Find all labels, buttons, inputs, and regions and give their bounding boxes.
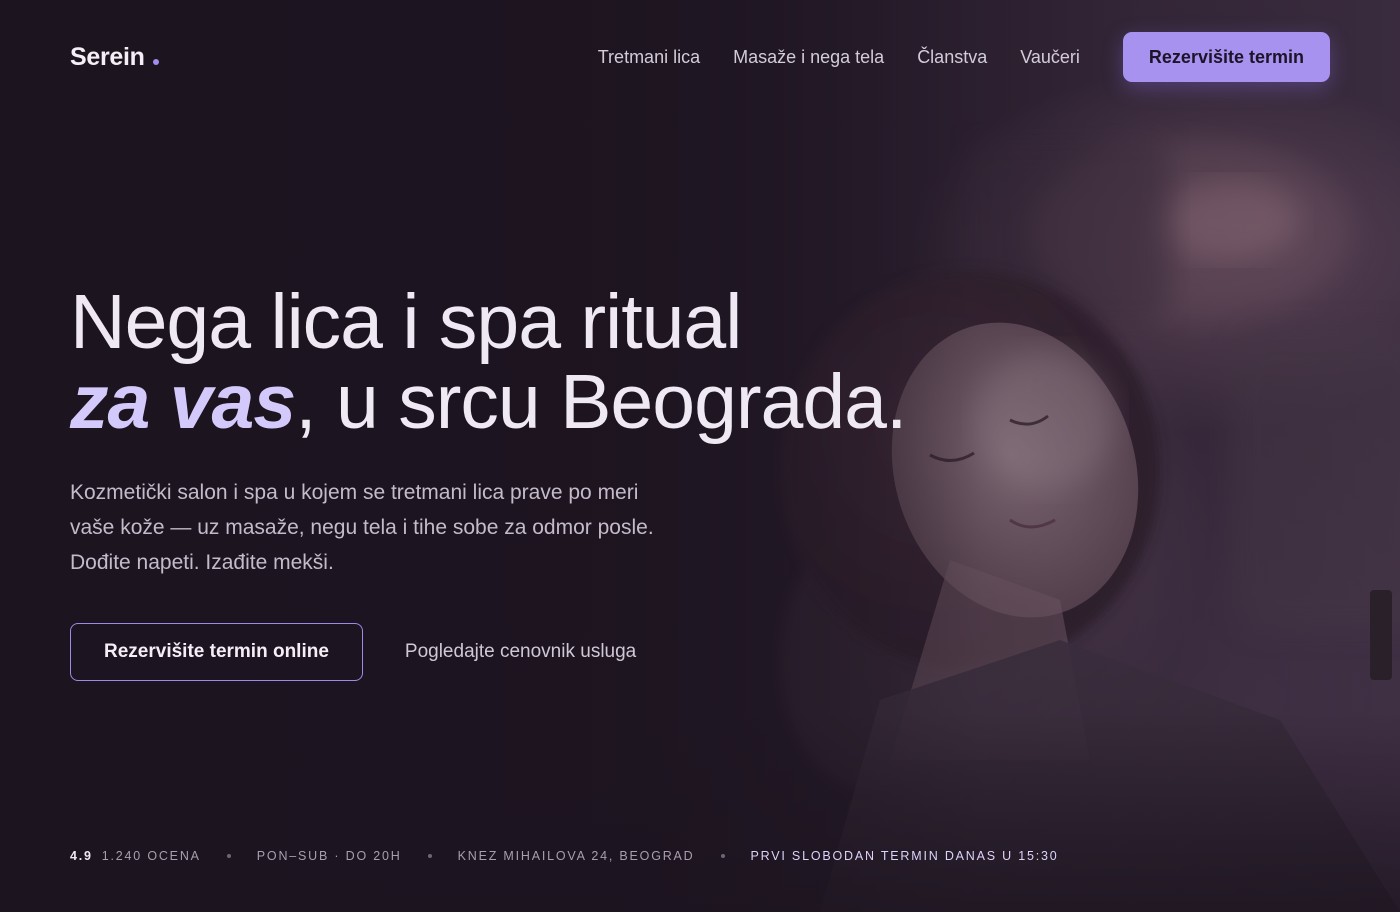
address: Knez Mihailova 24, Beograd — [457, 849, 695, 863]
logo-dot-icon — [152, 58, 159, 65]
hero-cta-group: Rezervišite termin online Pogledajte cen… — [70, 623, 970, 681]
logo-text: Serein — [70, 42, 145, 71]
headline-rest: , u srcu Beograda. — [295, 359, 907, 445]
nav-link-memberships[interactable]: Članstva — [917, 47, 987, 68]
separator-dot-icon — [427, 854, 432, 858]
separator-dot-icon — [720, 854, 725, 858]
bottom-gradient-overlay — [0, 712, 1400, 912]
main-nav: Tretmani lica Masaže i nega tela Članstv… — [565, 32, 1330, 82]
price-list-link[interactable]: Pogledajte cenovnik usluga — [405, 641, 636, 663]
nav-link-vouchers[interactable]: Vaučeri — [1020, 47, 1080, 68]
nav-link-facial-treatments[interactable]: Tretmani lica — [598, 47, 700, 68]
hero-lead-text: Kozmetički salon i spa u kojem se tretma… — [70, 481, 654, 574]
review-count: 1.240 ocena — [101, 849, 201, 863]
next-available-slot[interactable]: Prvi slobodan termin danas u 15:30 — [751, 849, 1059, 863]
site-header: Serein Tretmani lica Masaže i nega tela … — [70, 32, 1330, 82]
hero-headline: Nega lica i spa ritual za vas, u srcu Be… — [70, 282, 970, 442]
opening-hours: Pon–Sub · do 20h — [256, 849, 402, 863]
rating-value: 4.9 — [70, 849, 93, 863]
separator-dot-icon — [226, 854, 231, 858]
info-strip: 4.9 1.240 ocena Pon–Sub · do 20h Knez Mi… — [70, 849, 1059, 863]
hero-section: Nega lica i spa ritual za vas, u srcu Be… — [70, 282, 970, 681]
headline-accent: za vas — [70, 359, 296, 445]
logo[interactable]: Serein — [70, 43, 159, 72]
nav-link-massages[interactable]: Masaže i nega tela — [733, 47, 884, 68]
headline-line-1: Nega lica i spa ritual — [70, 279, 742, 365]
book-online-button[interactable]: Rezervišite termin online — [70, 623, 363, 681]
book-appointment-button[interactable]: Rezervišite termin — [1122, 32, 1330, 82]
